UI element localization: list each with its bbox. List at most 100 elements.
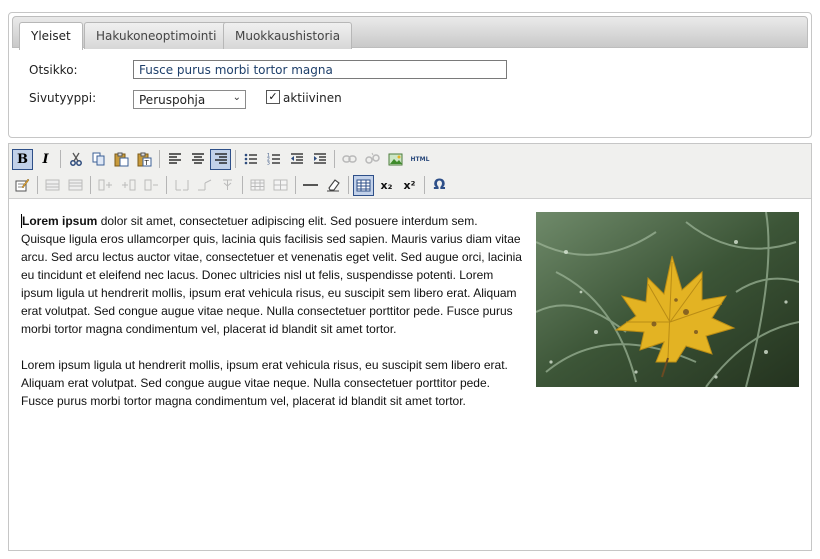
align-center-icon (191, 153, 204, 164)
table-row-after-button[interactable] (65, 175, 86, 196)
delete-column-icon (144, 179, 158, 191)
image-icon (388, 153, 403, 166)
tab-yleiset[interactable]: Yleiset (19, 22, 83, 50)
paragraph-1-bold: Lorem ipsum (22, 214, 98, 228)
cleanup-button[interactable] (12, 175, 33, 196)
tab-hakukoneoptimointi[interactable]: Hakukoneoptimointi (84, 22, 229, 49)
table-cell-down-icon (198, 179, 212, 191)
bold-button[interactable]: B (12, 148, 33, 170)
cut-button[interactable] (65, 149, 86, 170)
copy-button[interactable] (88, 149, 109, 170)
cleanup-icon (15, 178, 30, 192)
table-row-before-button[interactable] (42, 175, 63, 196)
subscript-button[interactable]: x₂ (376, 175, 397, 196)
toolbar-separator (166, 176, 167, 194)
bullet-list-icon (244, 153, 257, 165)
maple-leaf-image (536, 212, 799, 387)
cell-props-button[interactable] (270, 175, 291, 196)
svg-text:T: T (144, 159, 150, 167)
page-type-label: Sivutyyppi: (29, 91, 97, 105)
table-cell-icon (273, 179, 288, 191)
table-icon (250, 179, 265, 191)
toolbar-separator (334, 150, 335, 168)
paragraph-1-text: dolor sit amet, consectetuer adipiscing … (21, 214, 522, 336)
title-label: Otsikko: (29, 63, 78, 77)
active-checkbox[interactable]: ✓ (266, 90, 280, 104)
toolbar-row-1: B I T 1 2 3 HTML (12, 147, 434, 171)
page-type-value: Peruspohja (139, 93, 206, 107)
paste-text-icon: T (137, 152, 152, 167)
paste-icon (114, 152, 129, 166)
toolbar-separator (60, 150, 61, 168)
numbered-list-icon: 123 (267, 153, 280, 166)
checkmark-icon: ✓ (268, 90, 278, 103)
page-settings-panel: Yleiset Hakukoneoptimointi Muokkaushisto… (8, 12, 812, 138)
toolbar-separator (242, 176, 243, 194)
paragraph-2: Lorem ipsum ligula ut hendrerit mollis, … (21, 358, 508, 408)
link-icon (342, 155, 357, 163)
insert-link-button[interactable] (339, 149, 360, 170)
paragraph-1: Lorem ipsum dolor sit amet, consectetuer… (21, 212, 526, 338)
toolbar-separator (90, 176, 91, 194)
tab-muokkaushistoria[interactable]: Muokkaushistoria (223, 22, 353, 49)
title-input[interactable] (133, 60, 507, 79)
paste-text-button[interactable]: T (134, 149, 155, 170)
italic-button[interactable]: I (35, 149, 56, 170)
align-right-icon (214, 153, 227, 164)
align-right-button[interactable] (210, 148, 231, 170)
table-cell-down-button[interactable] (194, 175, 215, 196)
delete-column-button[interactable] (141, 175, 162, 196)
editor-content[interactable]: Lorem ipsum dolor sit amet, consectetuer… (9, 200, 811, 550)
indent-button[interactable] (309, 149, 330, 170)
numbered-list-button[interactable]: 123 (263, 149, 284, 170)
maple-leaf-photo (536, 212, 799, 387)
unlink-icon (365, 152, 380, 164)
svg-text:3: 3 (267, 161, 270, 166)
indent-icon (313, 153, 326, 164)
split-cells-button[interactable] (171, 175, 192, 196)
merge-cells-icon (223, 179, 232, 190)
superscript-button[interactable]: x² (399, 175, 420, 196)
paste-button[interactable] (111, 149, 132, 170)
column-after-button[interactable] (118, 175, 139, 196)
align-left-button[interactable] (164, 149, 185, 170)
toolbar-separator (159, 150, 160, 168)
tab-bar: Yleiset Hakukoneoptimointi Muokkaushisto… (12, 16, 808, 50)
column-before-button[interactable] (95, 175, 116, 196)
split-cells-icon (175, 180, 189, 191)
table-row-after-icon (68, 179, 83, 191)
toolbar-separator (235, 150, 236, 168)
active-label: aktiivinen (283, 91, 342, 105)
page-type-select[interactable]: Peruspohja ⌄ (133, 90, 246, 109)
unlink-button[interactable] (362, 149, 383, 170)
outdent-icon (290, 153, 303, 164)
toolbar-separator (424, 176, 425, 194)
table-row-before-icon (45, 179, 60, 191)
toolbar-row-2: x₂ x² Ω (12, 173, 452, 197)
editor-toolbar: B I T 1 2 3 HTML x₂ x² Ω (9, 144, 811, 199)
remove-format-button[interactable] (323, 175, 344, 196)
insert-image-button[interactable] (385, 149, 406, 170)
toolbar-separator (348, 176, 349, 194)
bullet-list-button[interactable] (240, 149, 261, 170)
table-props-button[interactable] (247, 175, 268, 196)
toolbar-separator (295, 176, 296, 194)
column-before-icon (98, 179, 112, 191)
copy-icon (92, 152, 104, 166)
scissors-icon (69, 152, 82, 166)
outdent-button[interactable] (286, 149, 307, 170)
visual-aid-button[interactable] (353, 174, 374, 196)
special-character-button[interactable]: Ω (429, 175, 450, 196)
visual-aid-icon (356, 179, 371, 191)
align-center-button[interactable] (187, 149, 208, 170)
chevron-down-icon: ⌄ (232, 92, 241, 103)
merge-cells-button[interactable] (217, 175, 238, 196)
align-left-icon (168, 153, 181, 164)
column-after-icon (122, 179, 136, 191)
html-source-button[interactable]: HTML (408, 149, 432, 170)
horizontal-rule-icon (303, 184, 318, 186)
toolbar-separator (37, 176, 38, 194)
eraser-icon (327, 179, 340, 192)
rich-text-editor: B I T 1 2 3 HTML x₂ x² Ω Lorem ipsum dol… (8, 143, 812, 551)
horizontal-rule-button[interactable] (300, 175, 321, 196)
